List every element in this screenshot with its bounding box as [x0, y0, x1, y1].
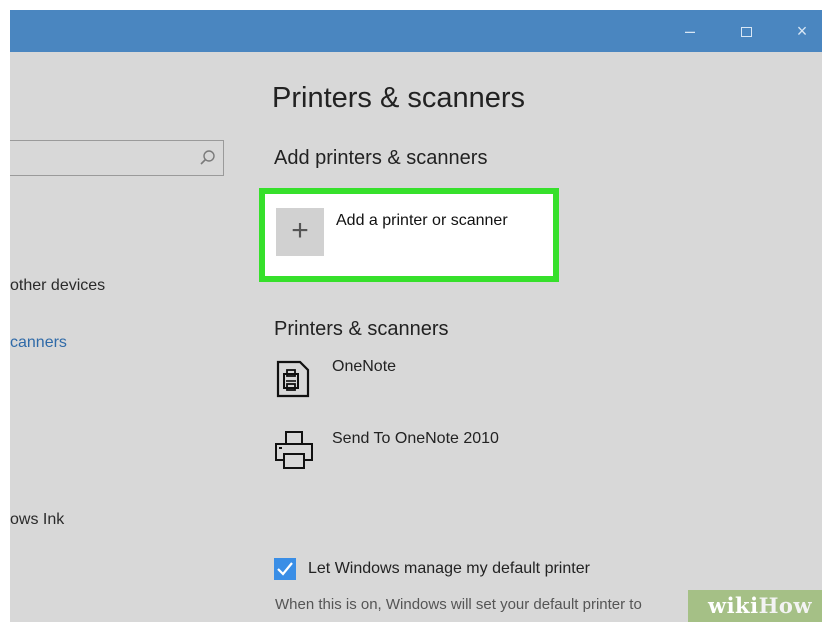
maximize-button[interactable] — [724, 10, 768, 52]
watermark-part-a: wiki — [708, 593, 759, 618]
add-printer-button[interactable]: + — [276, 208, 324, 256]
sidebar-item-bluetooth-other-devices[interactable]: other devices — [10, 277, 105, 295]
sidebar-item-windows-ink[interactable]: ows Ink — [10, 511, 64, 529]
printer-item-send-to-onenote[interactable]: Send To OneNote 2010 — [274, 428, 574, 472]
minimize-button[interactable]: – — [668, 10, 712, 52]
printer-item-onenote[interactable]: OneNote — [274, 356, 574, 400]
printer-name: OneNote — [332, 358, 397, 375]
plus-icon: + — [291, 214, 309, 247]
default-printer-label[interactable]: Let Windows manage my default printer — [308, 560, 590, 578]
wikihow-watermark: wikiHow — [688, 590, 822, 622]
default-printer-checkbox[interactable] — [274, 558, 296, 580]
search-icon — [200, 150, 215, 165]
default-printer-description: When this is on, Windows will set your d… — [275, 596, 642, 613]
settings-window: – × other devices canners ows Ink Printe… — [10, 10, 822, 622]
printer-icon — [275, 431, 313, 469]
title-bar: – × — [10, 10, 822, 52]
printers-list-heading: Printers & scanners — [274, 318, 449, 340]
fax-printer-icon — [276, 360, 310, 398]
watermark-part-b: How — [758, 593, 813, 618]
add-printer-label[interactable]: Add a printer or scanner — [336, 212, 508, 230]
close-icon: × — [796, 21, 808, 41]
printer-name: Send To OneNote 2010 — [332, 430, 499, 447]
sidebar-item-printers-scanners[interactable]: canners — [10, 334, 67, 352]
add-section-heading: Add printers & scanners — [274, 147, 488, 169]
maximize-icon — [740, 27, 752, 38]
settings-search-input[interactable] — [10, 140, 224, 176]
checkmark-icon — [277, 562, 293, 576]
minimize-icon: – — [684, 21, 695, 41]
close-button[interactable]: × — [780, 10, 822, 52]
page-title: Printers & scanners — [272, 82, 526, 114]
